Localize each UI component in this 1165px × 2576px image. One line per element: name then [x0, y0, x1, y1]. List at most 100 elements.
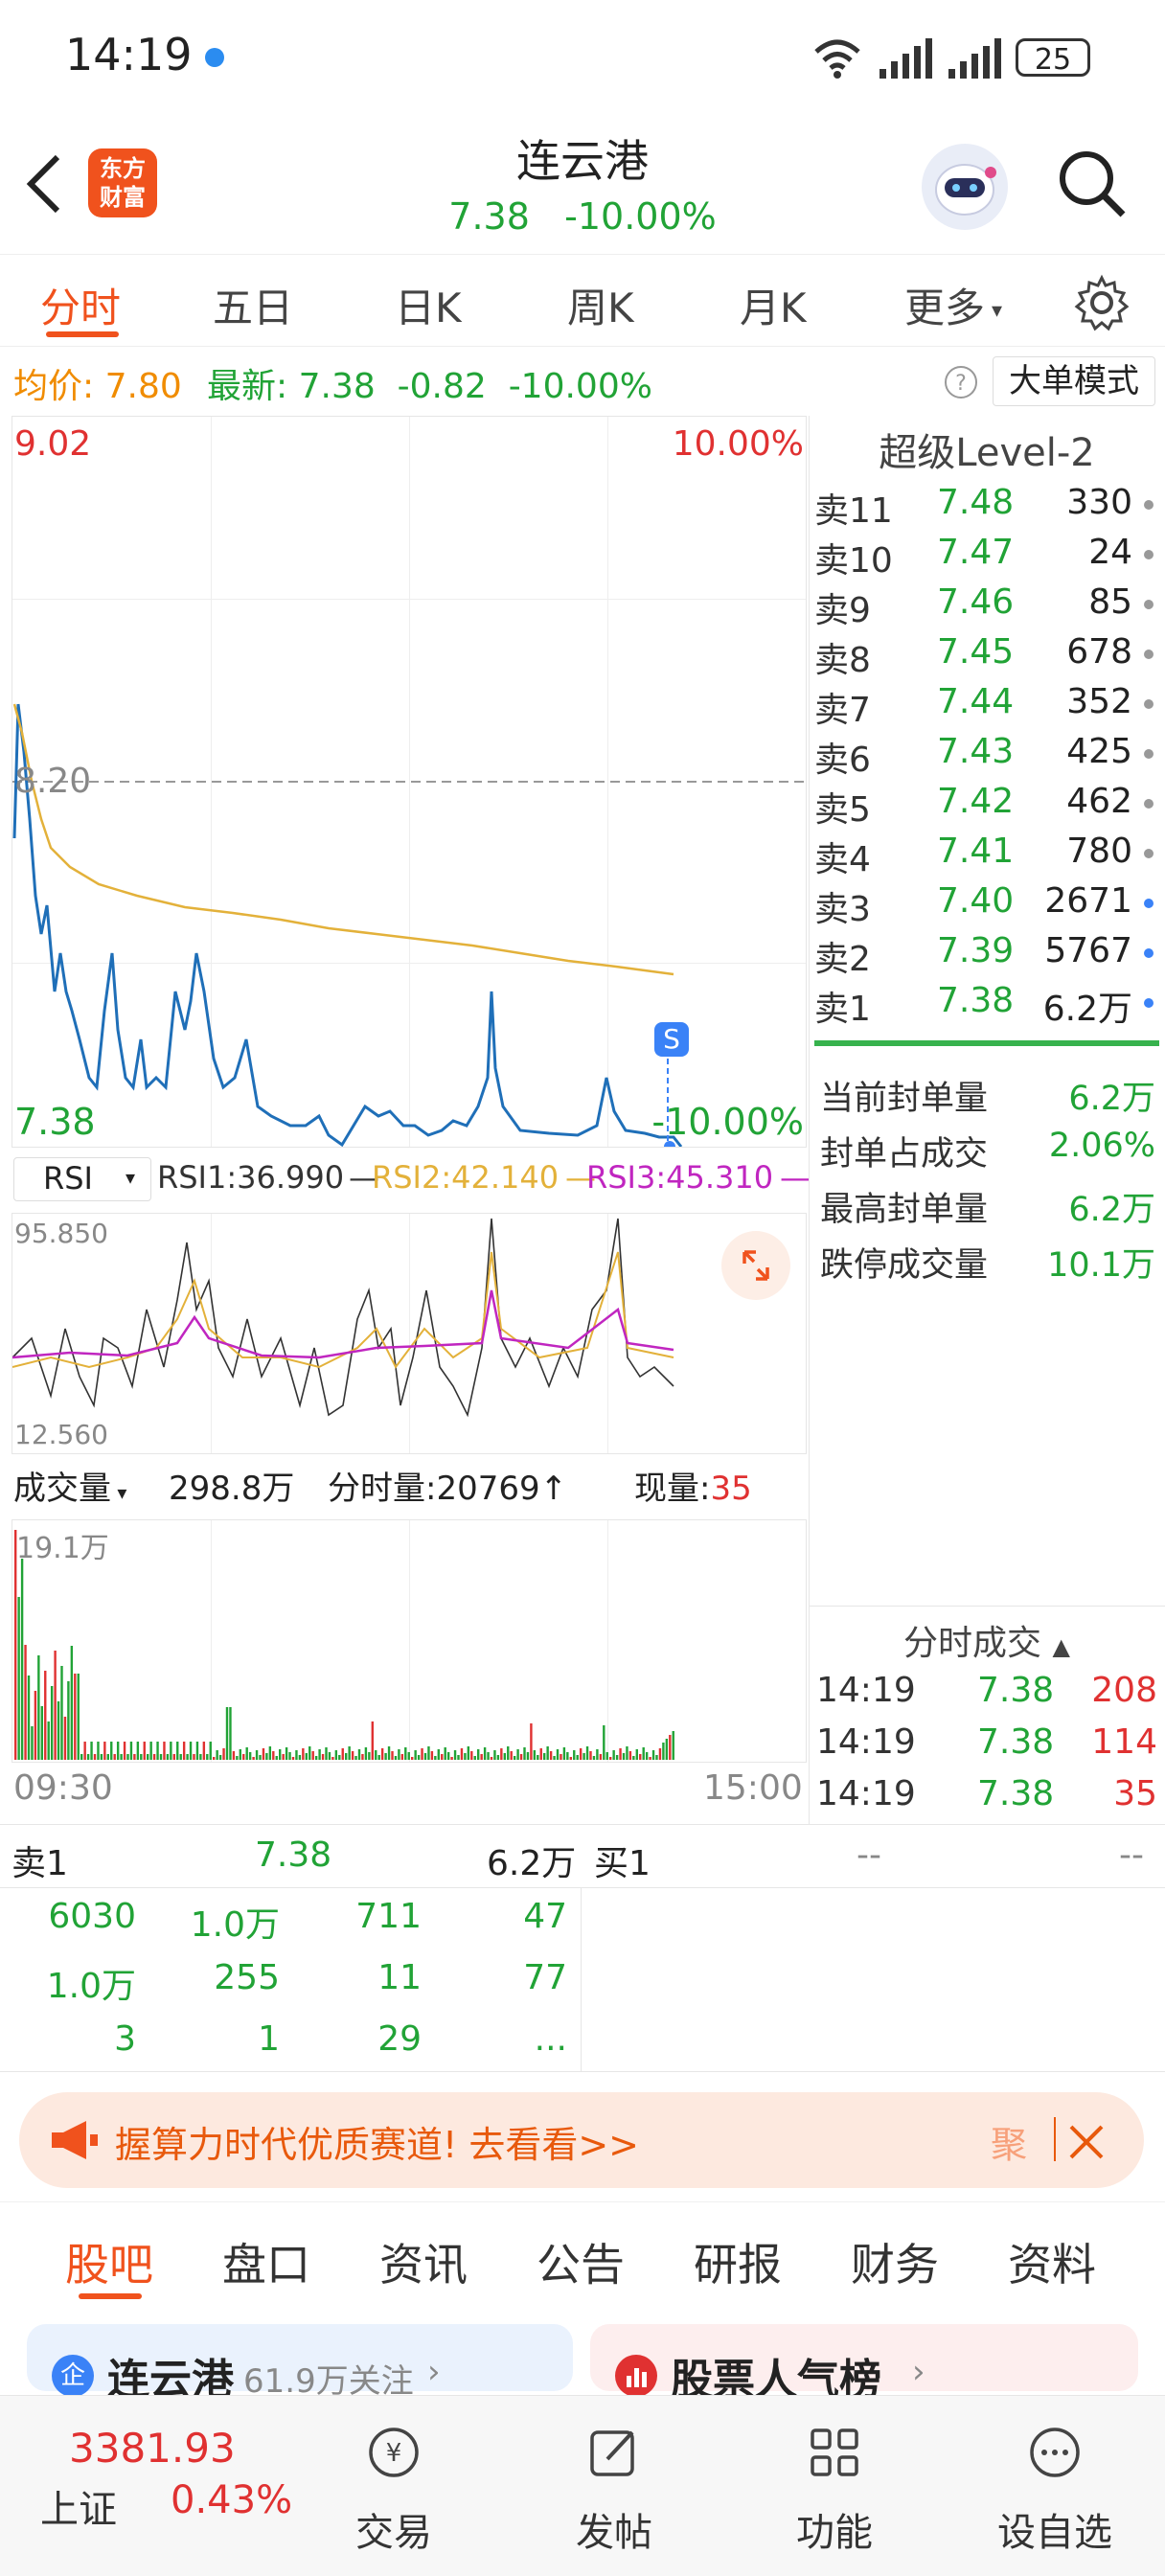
ask-label: 卖4: [814, 840, 871, 879]
tab-guba[interactable]: 股吧: [65, 2230, 153, 2293]
volume-bar: [328, 1752, 331, 1760]
ask-row[interactable]: 卖8 7.45 678: [814, 632, 1159, 682]
tab-daily-k[interactable]: 日K: [395, 276, 462, 334]
big-order-mode-button[interactable]: 大单模式: [993, 356, 1155, 406]
ask-row[interactable]: 卖2 7.39 5767: [814, 931, 1159, 981]
volume-bar: [579, 1748, 582, 1760]
ask-label: 卖8: [814, 641, 871, 680]
volume-bar: [199, 1754, 202, 1760]
tab-monthly-k[interactable]: 月K: [740, 276, 807, 334]
tab-announcements[interactable]: 公告: [537, 2230, 625, 2293]
volume-bar: [314, 1756, 318, 1760]
ask-row[interactable]: 卖4 7.41 780: [814, 832, 1159, 881]
ask-row[interactable]: 卖3 7.40 2671: [814, 881, 1159, 931]
index-widget[interactable]: 3381.93 上证 0.43%: [29, 2396, 297, 2576]
ask-volume: 24: [1088, 533, 1132, 572]
ask-label: 卖7: [814, 691, 871, 730]
tab-pankou[interactable]: 盘口: [222, 2230, 310, 2293]
volume-bar: [334, 1750, 338, 1760]
ask-price: 7.47: [937, 533, 1015, 572]
divider: [581, 1887, 582, 2071]
queue-cell: 711: [355, 1897, 422, 1936]
volume-bar: [496, 1755, 500, 1760]
robot-assistant-icon[interactable]: [922, 144, 1008, 230]
volume-bar: [562, 1747, 566, 1760]
rsi-header: RSI ▾ RSI1:36.990— RSI2:42.140— RSI3:45.3…: [13, 1155, 811, 1203]
banner-text[interactable]: 握算力时代优质赛道! 去看看>>: [115, 2115, 639, 2168]
help-icon[interactable]: ?: [943, 364, 979, 400]
search-icon[interactable]: [1056, 148, 1129, 220]
buy1-row: 买1 -- --: [594, 1835, 1144, 1883]
volume-chart[interactable]: 19.1万: [11, 1519, 807, 1763]
volume-bar: [140, 1754, 143, 1760]
divider: [0, 2201, 1165, 2202]
tick-price: 7.38: [977, 1671, 1055, 1710]
ask-volume: 425: [1066, 732, 1132, 771]
volume-bar: [206, 1754, 209, 1760]
price-chart[interactable]: 9.02 10.00% 8.20 7.38 -10.00% S: [11, 416, 807, 1148]
ask-row[interactable]: 卖11 7.48 330: [814, 483, 1159, 533]
queue-cell: ...: [534, 2019, 567, 2059]
close-icon[interactable]: [1067, 2123, 1106, 2161]
volume-bar: [539, 1748, 542, 1760]
ask-row[interactable]: 卖10 7.47 24: [814, 533, 1159, 582]
promo-banner[interactable]: 握算力时代优质赛道! 去看看>> 聚: [19, 2092, 1144, 2188]
volume-selector[interactable]: 成交量 ▾: [13, 1462, 126, 1509]
volume-bar: [126, 1754, 129, 1760]
tab-intraday[interactable]: 分时: [40, 276, 121, 334]
ask-volume: 462: [1066, 782, 1132, 821]
volume-bar: [133, 1754, 136, 1760]
volume-bar: [487, 1752, 490, 1760]
tab-research[interactable]: 研报: [694, 2230, 782, 2293]
expand-icon[interactable]: [721, 1231, 790, 1300]
ticks-title[interactable]: 分时成交 ▲: [809, 1615, 1165, 1665]
settings-gear-icon[interactable]: [1073, 274, 1131, 331]
volume-bar: [516, 1749, 519, 1760]
volume-bar: [635, 1749, 638, 1760]
chart-prev-close: 8.20: [14, 762, 92, 801]
volume-bar: [361, 1754, 364, 1760]
volume-bar: [152, 1754, 156, 1760]
volume-bar: [31, 1726, 34, 1760]
volume-bar: [265, 1753, 268, 1760]
tab-weekly-k[interactable]: 周K: [567, 276, 634, 334]
volume-bar: [357, 1749, 361, 1760]
tab-finance[interactable]: 财务: [851, 2230, 939, 2293]
tab-news[interactable]: 资讯: [379, 2230, 468, 2293]
volume-bar: [430, 1751, 434, 1760]
volume-bar: [298, 1755, 302, 1760]
volume-bar: [537, 1755, 539, 1760]
rsi-chart[interactable]: 95.850 12.560: [11, 1213, 807, 1454]
volume-bar: [444, 1747, 446, 1760]
volume-bar: [560, 1754, 562, 1760]
volume-bar: [490, 1757, 493, 1760]
volume-bar: [434, 1756, 437, 1760]
stock-follow-card[interactable]: 企 连云港 61.9万关注 ›: [27, 2324, 573, 2405]
volume-bar: [549, 1751, 553, 1760]
ask-price: 7.40: [937, 881, 1015, 921]
rsi-selector[interactable]: RSI ▾: [13, 1157, 151, 1201]
volume-bar: [34, 1691, 37, 1760]
volume-bar: [67, 1681, 70, 1760]
popularity-card[interactable]: 股票人气榜 ›: [590, 2324, 1138, 2405]
divider: [0, 2071, 1165, 2072]
tab-more[interactable]: 更多 ▾: [904, 276, 1002, 334]
volume-bar: [464, 1753, 467, 1760]
volume-bar: [44, 1671, 47, 1760]
volume-bar: [149, 1742, 152, 1760]
tab-profile[interactable]: 资料: [1008, 2230, 1096, 2293]
ask-row[interactable]: 卖9 7.46 85: [814, 582, 1159, 632]
volume-bar: [209, 1742, 212, 1760]
volume-bar: [427, 1746, 430, 1760]
ask-row[interactable]: 卖5 7.42 462: [814, 782, 1159, 832]
ask-row[interactable]: 卖7 7.44 352: [814, 682, 1159, 732]
tab-five-day[interactable]: 五日: [213, 276, 293, 334]
ask-dot-icon: [1144, 500, 1154, 510]
sell-marker[interactable]: S: [654, 1022, 689, 1057]
stat-key: 封单占成交: [820, 1135, 989, 1174]
ask-row[interactable]: 卖6 7.43 425: [814, 732, 1159, 782]
volume-bar: [417, 1755, 421, 1760]
volume-bar: [368, 1752, 371, 1760]
ask-row[interactable]: 卖1 7.38 6.2万: [814, 981, 1159, 1031]
volume-bar: [612, 1750, 615, 1760]
